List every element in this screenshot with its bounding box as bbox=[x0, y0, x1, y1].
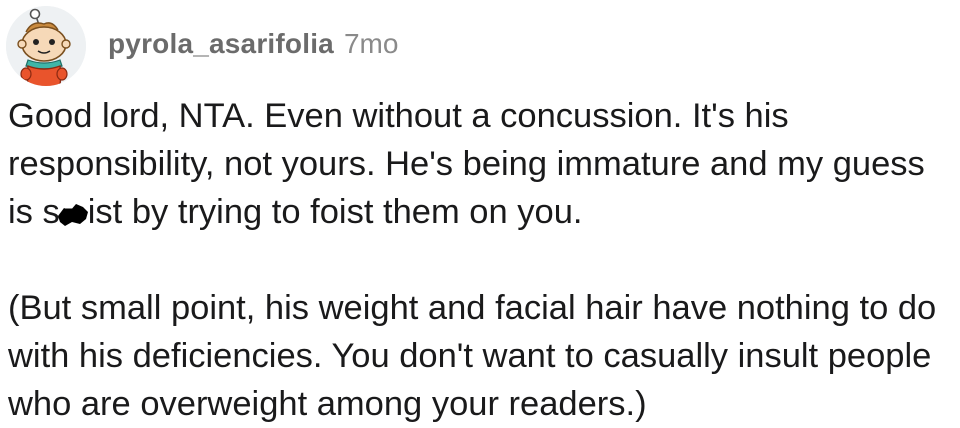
comment-age: 7mo bbox=[343, 28, 399, 59]
comment-body: Good lord, NTA. Even without a concussio… bbox=[8, 92, 956, 428]
user-avatar[interactable] bbox=[6, 6, 86, 86]
redaction-scribble-icon bbox=[57, 204, 88, 226]
comment-paragraph-1: Good lord, NTA. Even without a concussio… bbox=[8, 92, 956, 236]
comment-meta: pyrola_asarifolia 7mo bbox=[108, 28, 398, 60]
comment: pyrola_asarifolia 7mo Good lord, NTA. Ev… bbox=[0, 0, 960, 423]
comment-header: pyrola_asarifolia 7mo bbox=[6, 4, 398, 88]
paragraph-1-text-after: ist by trying to foist them on you. bbox=[87, 193, 583, 231]
snoo-avatar-icon bbox=[6, 6, 86, 86]
username-link[interactable]: pyrola_asarifolia bbox=[108, 28, 334, 60]
comment-paragraph-2: (But small point, his weight and facial … bbox=[8, 289, 937, 423]
